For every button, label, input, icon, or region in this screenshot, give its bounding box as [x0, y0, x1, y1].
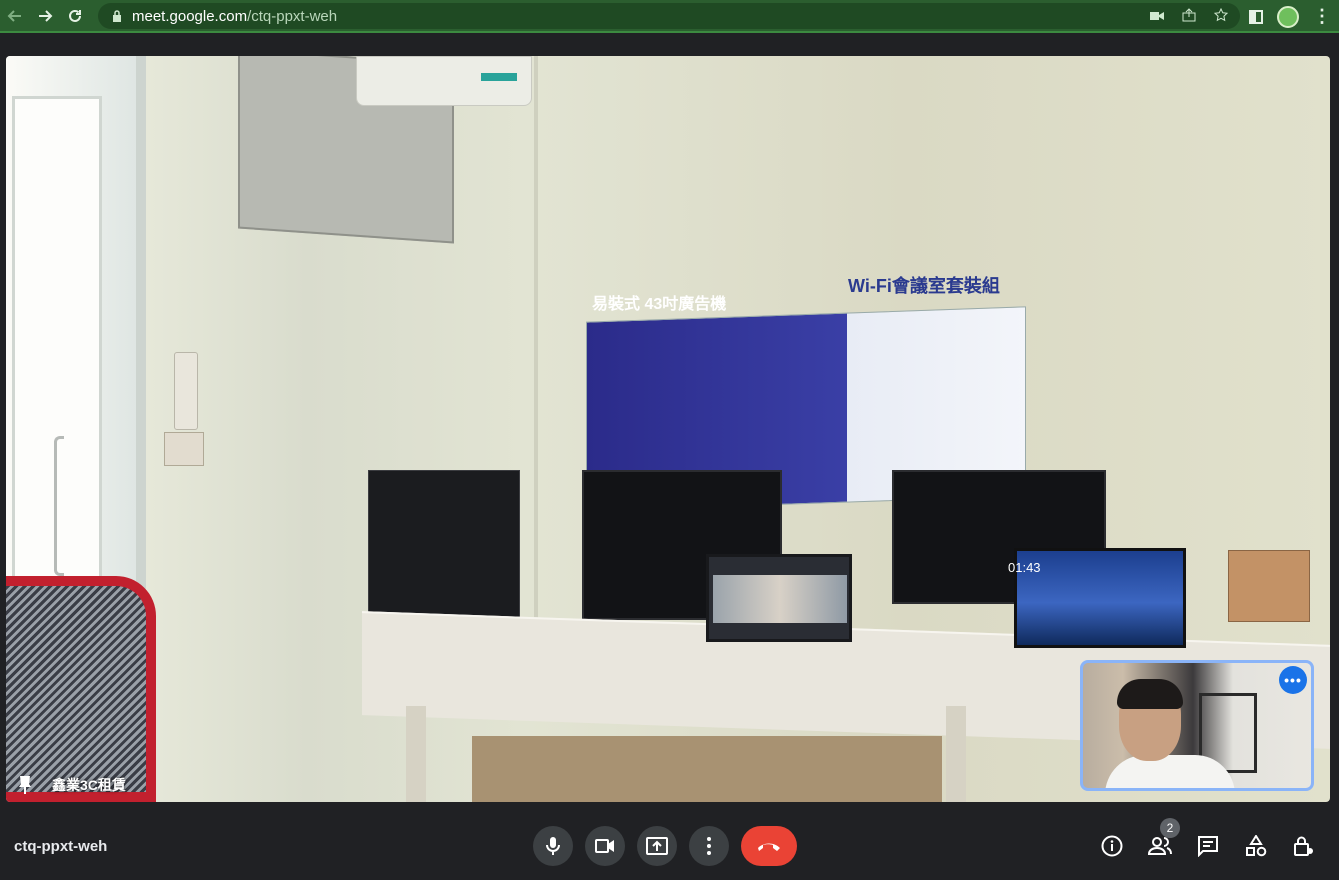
browser-toolbar: meet.google.com/ctq-ppxt-weh ⋮ — [0, 0, 1339, 33]
scene-door-handle — [54, 436, 64, 576]
chat-button[interactable] — [1196, 834, 1220, 858]
chat-icon — [1198, 836, 1218, 857]
meeting-code: ctq-ppxt-weh — [14, 838, 108, 855]
back-arrow-icon[interactable] — [0, 0, 30, 32]
leave-call-button[interactable] — [741, 826, 797, 866]
profile-avatar[interactable] — [1277, 5, 1299, 28]
self-view-shirt — [1105, 755, 1235, 788]
scene-desk-leg — [406, 706, 426, 802]
present-screen-icon — [646, 837, 668, 855]
video-camera-icon — [595, 839, 614, 853]
camera-button[interactable] — [585, 826, 625, 866]
scene-laptop-meet — [706, 554, 852, 642]
address-bar[interactable]: meet.google.com/ctq-ppxt-weh — [98, 3, 1240, 29]
scene-red-chair — [6, 576, 156, 802]
scene-outlet — [164, 432, 204, 466]
meeting-details-button[interactable] — [1100, 834, 1124, 858]
url-domain: meet.google.com — [132, 7, 248, 25]
lock-icon[interactable] — [110, 9, 124, 23]
lock-person-icon — [1294, 836, 1313, 856]
omnibox-actions — [1150, 3, 1229, 29]
reload-icon[interactable] — [60, 0, 90, 32]
bookmark-star-icon[interactable] — [1213, 7, 1229, 25]
activities-shapes-icon — [1246, 835, 1267, 857]
activities-button[interactable] — [1244, 834, 1268, 858]
poster-text-right: Wi-Fi會議室套裝組 — [848, 276, 1000, 296]
participant-name-tag: 鑫業3C租賃 — [16, 774, 126, 796]
more-options-button[interactable] — [689, 826, 729, 866]
forward-arrow-icon[interactable] — [30, 0, 60, 32]
info-icon — [1101, 835, 1123, 857]
self-view-hair — [1117, 679, 1183, 709]
participant-name: 鑫業3C租賃 — [52, 777, 126, 793]
present-screen-button[interactable] — [637, 826, 677, 866]
hang-up-icon — [758, 843, 780, 851]
kebab-menu-icon[interactable]: ⋮ — [1313, 6, 1331, 27]
microphone-icon — [546, 837, 560, 855]
microphone-button[interactable] — [533, 826, 573, 866]
camera-indicator-icon[interactable] — [1150, 8, 1164, 24]
scene-cardboard-box — [1228, 550, 1310, 622]
poster-text-left: 易裝式 43吋廣告機 — [592, 296, 727, 313]
self-view-more-options-button[interactable]: ••• — [1279, 666, 1307, 694]
side-panel-icon[interactable] — [1249, 9, 1263, 24]
people-icon — [1148, 837, 1172, 855]
scene-desk-leg — [946, 706, 966, 802]
url-text[interactable]: meet.google.com/ctq-ppxt-weh — [132, 8, 337, 25]
more-vert-icon — [707, 837, 711, 855]
share-icon[interactable] — [1182, 7, 1196, 25]
host-controls-button[interactable] — [1292, 834, 1316, 858]
toolbar-right: ⋮ — [1249, 0, 1331, 33]
laptop-clock: 01:43 — [1008, 560, 1041, 575]
scene-wall-corner — [534, 56, 538, 656]
scene-boxes — [472, 736, 942, 802]
pin-icon[interactable] — [16, 774, 34, 796]
scene-air-conditioner — [356, 56, 532, 106]
url-path: /ctq-ppxt-weh — [247, 7, 338, 25]
participants-count-badge: 2 — [1160, 818, 1180, 838]
scene-laptop-camera-feed — [713, 575, 847, 623]
scene-remote-holder — [174, 352, 198, 430]
